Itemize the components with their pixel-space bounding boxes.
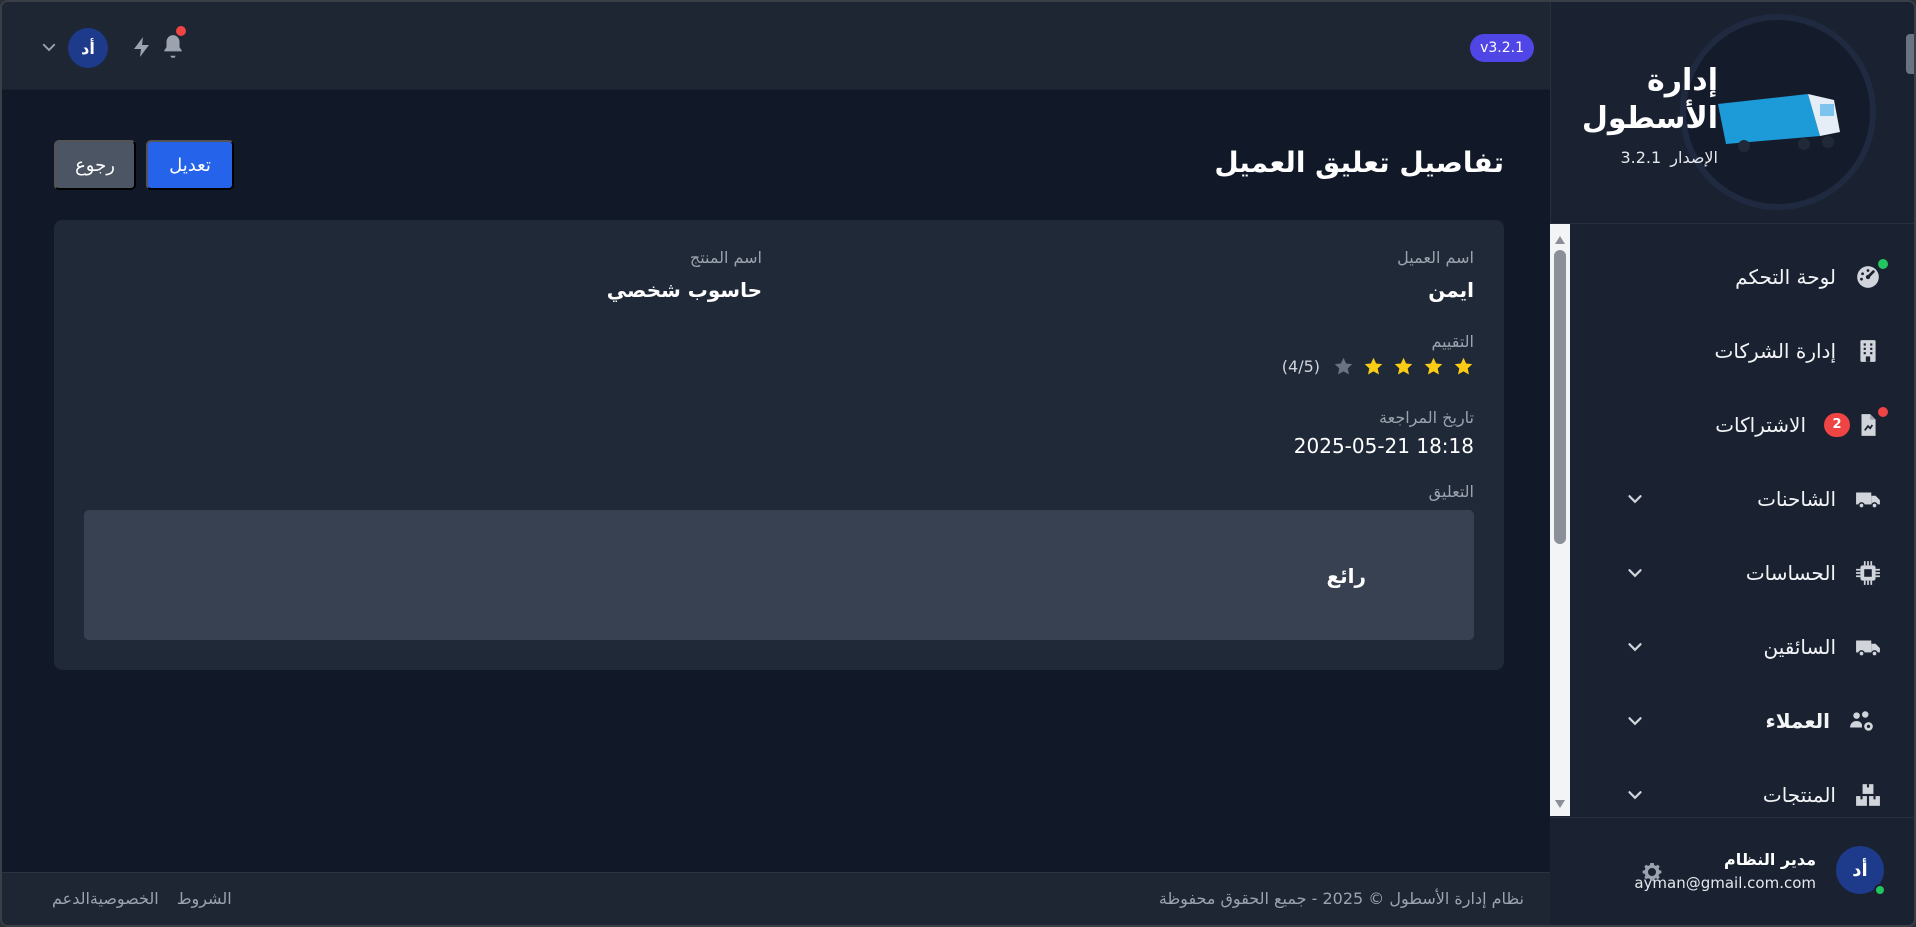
sidebar: إدارة الأسطول الإصدار 3.2.1 لوحة التحكم — [1550, 2, 1914, 925]
main-content: تفاصيل تعليق العميل تعديل رجوع اسم العمي… — [2, 90, 1554, 872]
users-gear-icon — [1848, 707, 1876, 735]
user-name: مدير النظام — [1723, 850, 1816, 869]
sidebar-item-products[interactable]: المنتجات — [1572, 758, 1914, 816]
top-bar: v3.2.1 أد — [2, 2, 1554, 90]
brand-header: إدارة الأسطول الإصدار 3.2.1 — [1551, 2, 1914, 224]
chevron-down-icon — [1628, 495, 1642, 504]
scroll-thumb[interactable] — [1554, 250, 1566, 544]
footer-link-terms[interactable]: الشروط — [177, 889, 232, 908]
sidebar-item-label: لوحة التحكم — [1735, 265, 1836, 289]
sidebar-item-sensors[interactable]: الحساسات — [1572, 536, 1914, 610]
chevron-down-icon — [1628, 643, 1642, 652]
chevron-down-icon — [1628, 717, 1642, 726]
footer-copyright: نظام إدارة الأسطول © 2025 - جميع الحقوق … — [1158, 889, 1524, 908]
sidebar-item-drivers[interactable]: السائقين — [1572, 610, 1914, 684]
sidebar-item-companies[interactable]: إدارة الشركات — [1572, 314, 1914, 388]
chip-icon — [1854, 559, 1882, 587]
sidebar-item-label: السائقين — [1763, 635, 1836, 659]
scroll-up-arrow[interactable] — [1555, 236, 1565, 244]
truck-logo-icon — [1718, 94, 1840, 152]
sidebar-nav: لوحة التحكم إدارة الشركات الاشتراكات 2 ا… — [1550, 224, 1914, 816]
alert-dot — [1878, 407, 1888, 417]
user-menu-avatar[interactable]: أد — [68, 28, 108, 68]
customer-name-value: ايمن — [1428, 278, 1474, 302]
user-profile-card[interactable]: أد مدير النظام ayman@gmail.com.com — [1550, 817, 1914, 925]
comment-value: رائع — [1326, 564, 1366, 588]
review-date-label: تاريخ المراجعة — [1379, 408, 1474, 427]
edit-button[interactable]: تعديل — [146, 140, 234, 190]
star-filled-icon — [1454, 357, 1473, 375]
status-dot — [1878, 259, 1888, 269]
page-title: تفاصيل تعليق العميل — [1214, 146, 1504, 179]
building-icon — [1854, 337, 1882, 365]
dashboard-icon — [1854, 259, 1888, 291]
sidebar-item-label: المنتجات — [1762, 783, 1836, 807]
star-filled-icon — [1364, 357, 1383, 375]
star-filled-icon — [1394, 357, 1413, 375]
notifications-button[interactable] — [160, 26, 186, 60]
footer-links: الشروط الخصوصية الدعم — [52, 889, 232, 908]
version-badge: v3.2.1 — [1470, 34, 1534, 62]
sidebar-item-dashboard[interactable]: لوحة التحكم — [1572, 240, 1914, 314]
avatar-initials: أد — [81, 38, 95, 58]
rating-text: (4/5) — [1281, 357, 1320, 376]
notification-dot — [176, 26, 186, 36]
star-filled-icon — [1424, 357, 1443, 375]
back-button[interactable]: رجوع — [54, 140, 136, 190]
sidebar-scrollbar[interactable] — [1550, 224, 1570, 816]
gear-icon[interactable] — [1640, 860, 1664, 884]
comment-box: رائع — [84, 510, 1474, 640]
review-date-value: 2025-05-21 18:18 — [1293, 434, 1474, 458]
sidebar-item-label: الشاحنات — [1757, 487, 1836, 511]
subscriptions-count-badge: 2 — [1824, 413, 1850, 437]
rating-label: التقييم — [1431, 332, 1474, 351]
truck-icon — [1854, 485, 1882, 513]
sidebar-item-customers[interactable]: العملاء — [1572, 684, 1914, 758]
chevron-down-icon — [1628, 791, 1642, 800]
product-name-value: حاسوب شخصي — [606, 278, 762, 302]
boxes-icon — [1854, 781, 1882, 809]
sidebar-item-trucks[interactable]: الشاحنات — [1572, 462, 1914, 536]
footer-link-support[interactable]: الدعم — [52, 889, 90, 908]
brand-version: الإصدار 3.2.1 — [1620, 148, 1718, 167]
star-empty-icon — [1334, 357, 1353, 375]
app-window: v3.2.1 أد تفاصيل تعليق العميل تعديل رجوع… — [0, 0, 1916, 927]
bolt-icon[interactable] — [130, 34, 154, 60]
rating-stars: (4/5) — [1282, 356, 1474, 377]
online-status-dot — [1874, 884, 1886, 896]
avatar[interactable]: أد — [1836, 846, 1886, 896]
file-invoice-icon — [1854, 407, 1888, 439]
scroll-down-arrow[interactable] — [1555, 800, 1565, 808]
chevron-down-icon — [1628, 569, 1642, 578]
sidebar-item-label: الاشتراكات — [1715, 413, 1806, 437]
product-name-label: اسم المنتج — [689, 248, 762, 267]
truck-icon — [1854, 633, 1882, 661]
comment-label: التعليق — [1428, 482, 1474, 501]
brand-title: إدارة الأسطول — [1581, 63, 1718, 136]
customer-name-label: اسم العميل — [1397, 248, 1474, 267]
sidebar-item-label: العملاء — [1765, 709, 1830, 733]
sidebar-item-subscriptions[interactable]: الاشتراكات 2 — [1572, 388, 1914, 462]
footer-link-privacy[interactable]: الخصوصية — [90, 889, 159, 908]
bell-icon — [164, 35, 182, 58]
window-scroll-handle[interactable] — [1906, 34, 1914, 74]
feedback-details-card: اسم العميل ايمن اسم المنتج حاسوب شخصي ال… — [54, 220, 1504, 670]
sidebar-item-label: الحساسات — [1745, 561, 1836, 585]
footer: نظام إدارة الأسطول © 2025 - جميع الحقوق … — [2, 872, 1554, 925]
sidebar-item-label: إدارة الشركات — [1714, 339, 1836, 363]
chevron-down-icon[interactable] — [40, 38, 58, 56]
